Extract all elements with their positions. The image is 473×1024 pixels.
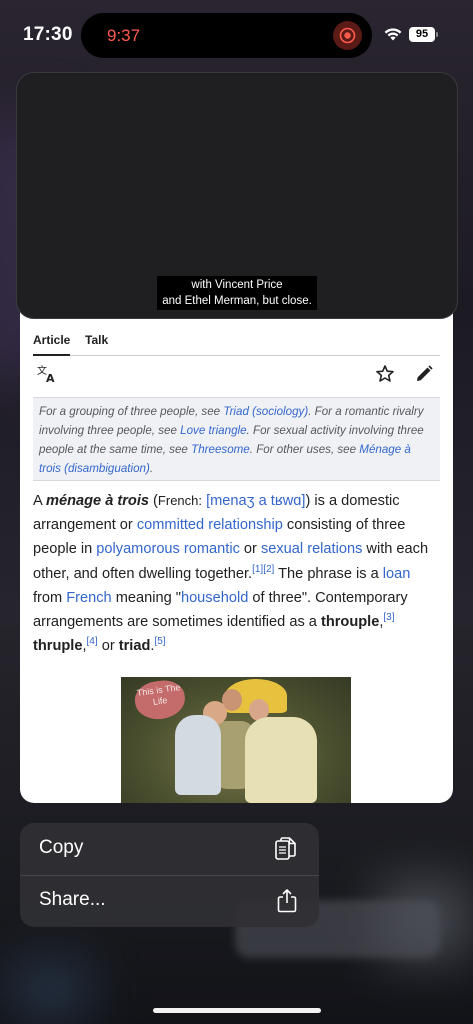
link-household[interactable]: household — [181, 590, 248, 606]
pencil-icon[interactable] — [414, 364, 434, 389]
term-thruple: thruple — [33, 638, 83, 655]
hatnote-link-threesome[interactable]: Threesome — [191, 443, 250, 456]
lead-text: or — [239, 541, 261, 558]
language-label: French: — [157, 493, 202, 508]
lead-text: or — [97, 638, 119, 655]
hatnote-link-love-triangle[interactable]: Love triangle — [180, 424, 246, 437]
copy-label: Copy — [39, 837, 84, 858]
article-image[interactable]: This is The Life — [121, 677, 351, 803]
reference-4[interactable]: [4] — [87, 636, 98, 647]
link-loan[interactable]: loan — [383, 566, 411, 582]
tab-talk[interactable]: Talk — [85, 333, 108, 347]
reference-5[interactable]: [5] — [154, 636, 165, 647]
link-polyamorous-romantic[interactable]: polyamorous romantic — [96, 541, 240, 557]
battery-level: 95 — [409, 27, 435, 42]
link-sexual-relations[interactable]: sexual relations — [261, 541, 362, 557]
island-timer: 9:37 — [107, 26, 141, 45]
status-time: 17:30 — [23, 24, 73, 45]
video-preview[interactable]: with Vincent Price and Ethel Merman, but … — [16, 72, 458, 319]
hatnote-text: . — [149, 462, 154, 475]
link-committed-relationship[interactable]: committed relationship — [137, 517, 283, 533]
video-caption: with Vincent Price and Ethel Merman, but … — [17, 276, 457, 310]
article-tabs: Article Talk — [33, 330, 440, 356]
wifi-icon — [383, 27, 403, 47]
share-icon — [276, 888, 298, 919]
ipa-link[interactable]: [menaʒ a tʁwɑ] — [206, 493, 305, 509]
article-toolbar: 文 A — [33, 360, 440, 390]
term-throuple: throuple — [320, 614, 380, 631]
tab-article[interactable]: Article — [33, 333, 71, 356]
copy-icon — [274, 836, 298, 867]
menu-item-share[interactable]: Share... — [20, 875, 319, 927]
share-label: Share... — [39, 889, 106, 910]
reference-1[interactable]: [1] — [252, 564, 263, 575]
caption-line-2: and Ethel Merman, but close. — [162, 295, 312, 307]
lead-text: ( — [149, 493, 158, 509]
reference-2[interactable]: [2] — [263, 564, 274, 575]
postcard-heart-label: This is The Life — [132, 677, 188, 723]
lead-text: A — [33, 493, 46, 509]
hatnote-text: . For other uses, see — [249, 443, 360, 456]
dynamic-island[interactable]: 9:37 — [81, 13, 372, 58]
svg-text:A: A — [46, 372, 55, 384]
article-preview[interactable]: Article Talk 文 A For a grouping of three… — [20, 300, 453, 803]
lead-text: meaning " — [111, 589, 181, 606]
link-french[interactable]: French — [66, 590, 111, 606]
context-menu: Copy Share... — [20, 823, 319, 927]
translate-icon[interactable]: 文 A — [37, 364, 59, 389]
screen-record-icon — [333, 21, 362, 50]
home-indicator[interactable] — [153, 1008, 321, 1013]
star-icon[interactable] — [375, 364, 395, 389]
caption-line-1: with Vincent Price — [191, 279, 283, 291]
lead-text: from — [33, 589, 67, 606]
hatnote: For a grouping of three people, see Tria… — [33, 397, 440, 481]
menu-item-copy[interactable]: Copy — [20, 823, 319, 876]
lead-paragraph: A ménage à trois (French: [menaʒ a tʁwɑ]… — [33, 489, 440, 658]
reference-3[interactable]: [3] — [383, 612, 394, 623]
hatnote-text: For a grouping of three people, see — [39, 405, 224, 418]
lead-term: ménage à trois — [45, 493, 149, 509]
term-triad: triad — [118, 638, 151, 655]
battery-indicator: 95 — [409, 27, 438, 42]
lead-text: The phrase is a — [274, 565, 383, 582]
hatnote-link-triad[interactable]: Triad (sociology) — [223, 405, 308, 418]
